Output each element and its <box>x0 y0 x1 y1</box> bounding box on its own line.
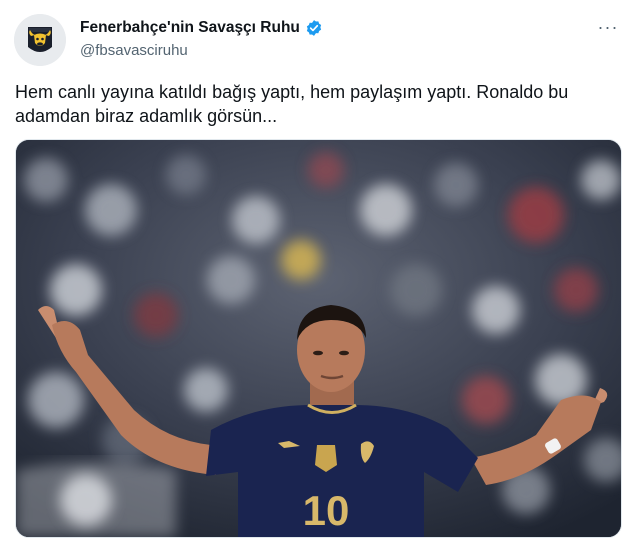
tweet-text: Hem canlı yayına katıldı bağış yaptı, he… <box>15 82 569 126</box>
user-handle[interactable]: @fbsavasciruhu <box>80 42 595 59</box>
tweet-photo[interactable]: 10 <box>15 139 622 538</box>
tweet-card: Fenerbahçe'nin Savaşçı Ruhu @fbsavasciru… <box>0 0 635 543</box>
bull-logo-icon <box>14 14 66 66</box>
tweet-header: Fenerbahçe'nin Savaşçı Ruhu @fbsavasciru… <box>80 17 595 59</box>
avatar[interactable] <box>14 14 66 66</box>
more-options-button[interactable]: ··· <box>596 17 620 37</box>
jersey-number: 10 <box>303 487 350 534</box>
verified-badge-icon <box>305 19 323 37</box>
player-photo: 10 <box>16 140 621 537</box>
display-name[interactable]: Fenerbahçe'nin Savaşçı Ruhu <box>80 19 300 37</box>
